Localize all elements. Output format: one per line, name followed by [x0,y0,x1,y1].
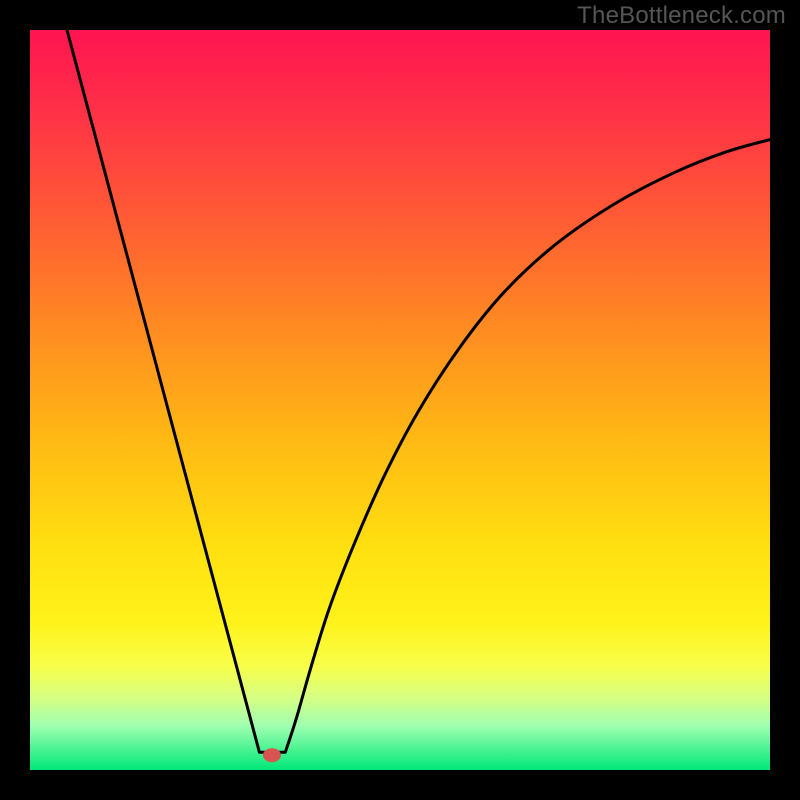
optimum-marker [263,748,281,762]
chart-svg [0,0,800,800]
chart-stage: TheBottleneck.com [0,0,800,800]
plot-background [30,30,770,770]
watermark-text: TheBottleneck.com [577,2,786,30]
